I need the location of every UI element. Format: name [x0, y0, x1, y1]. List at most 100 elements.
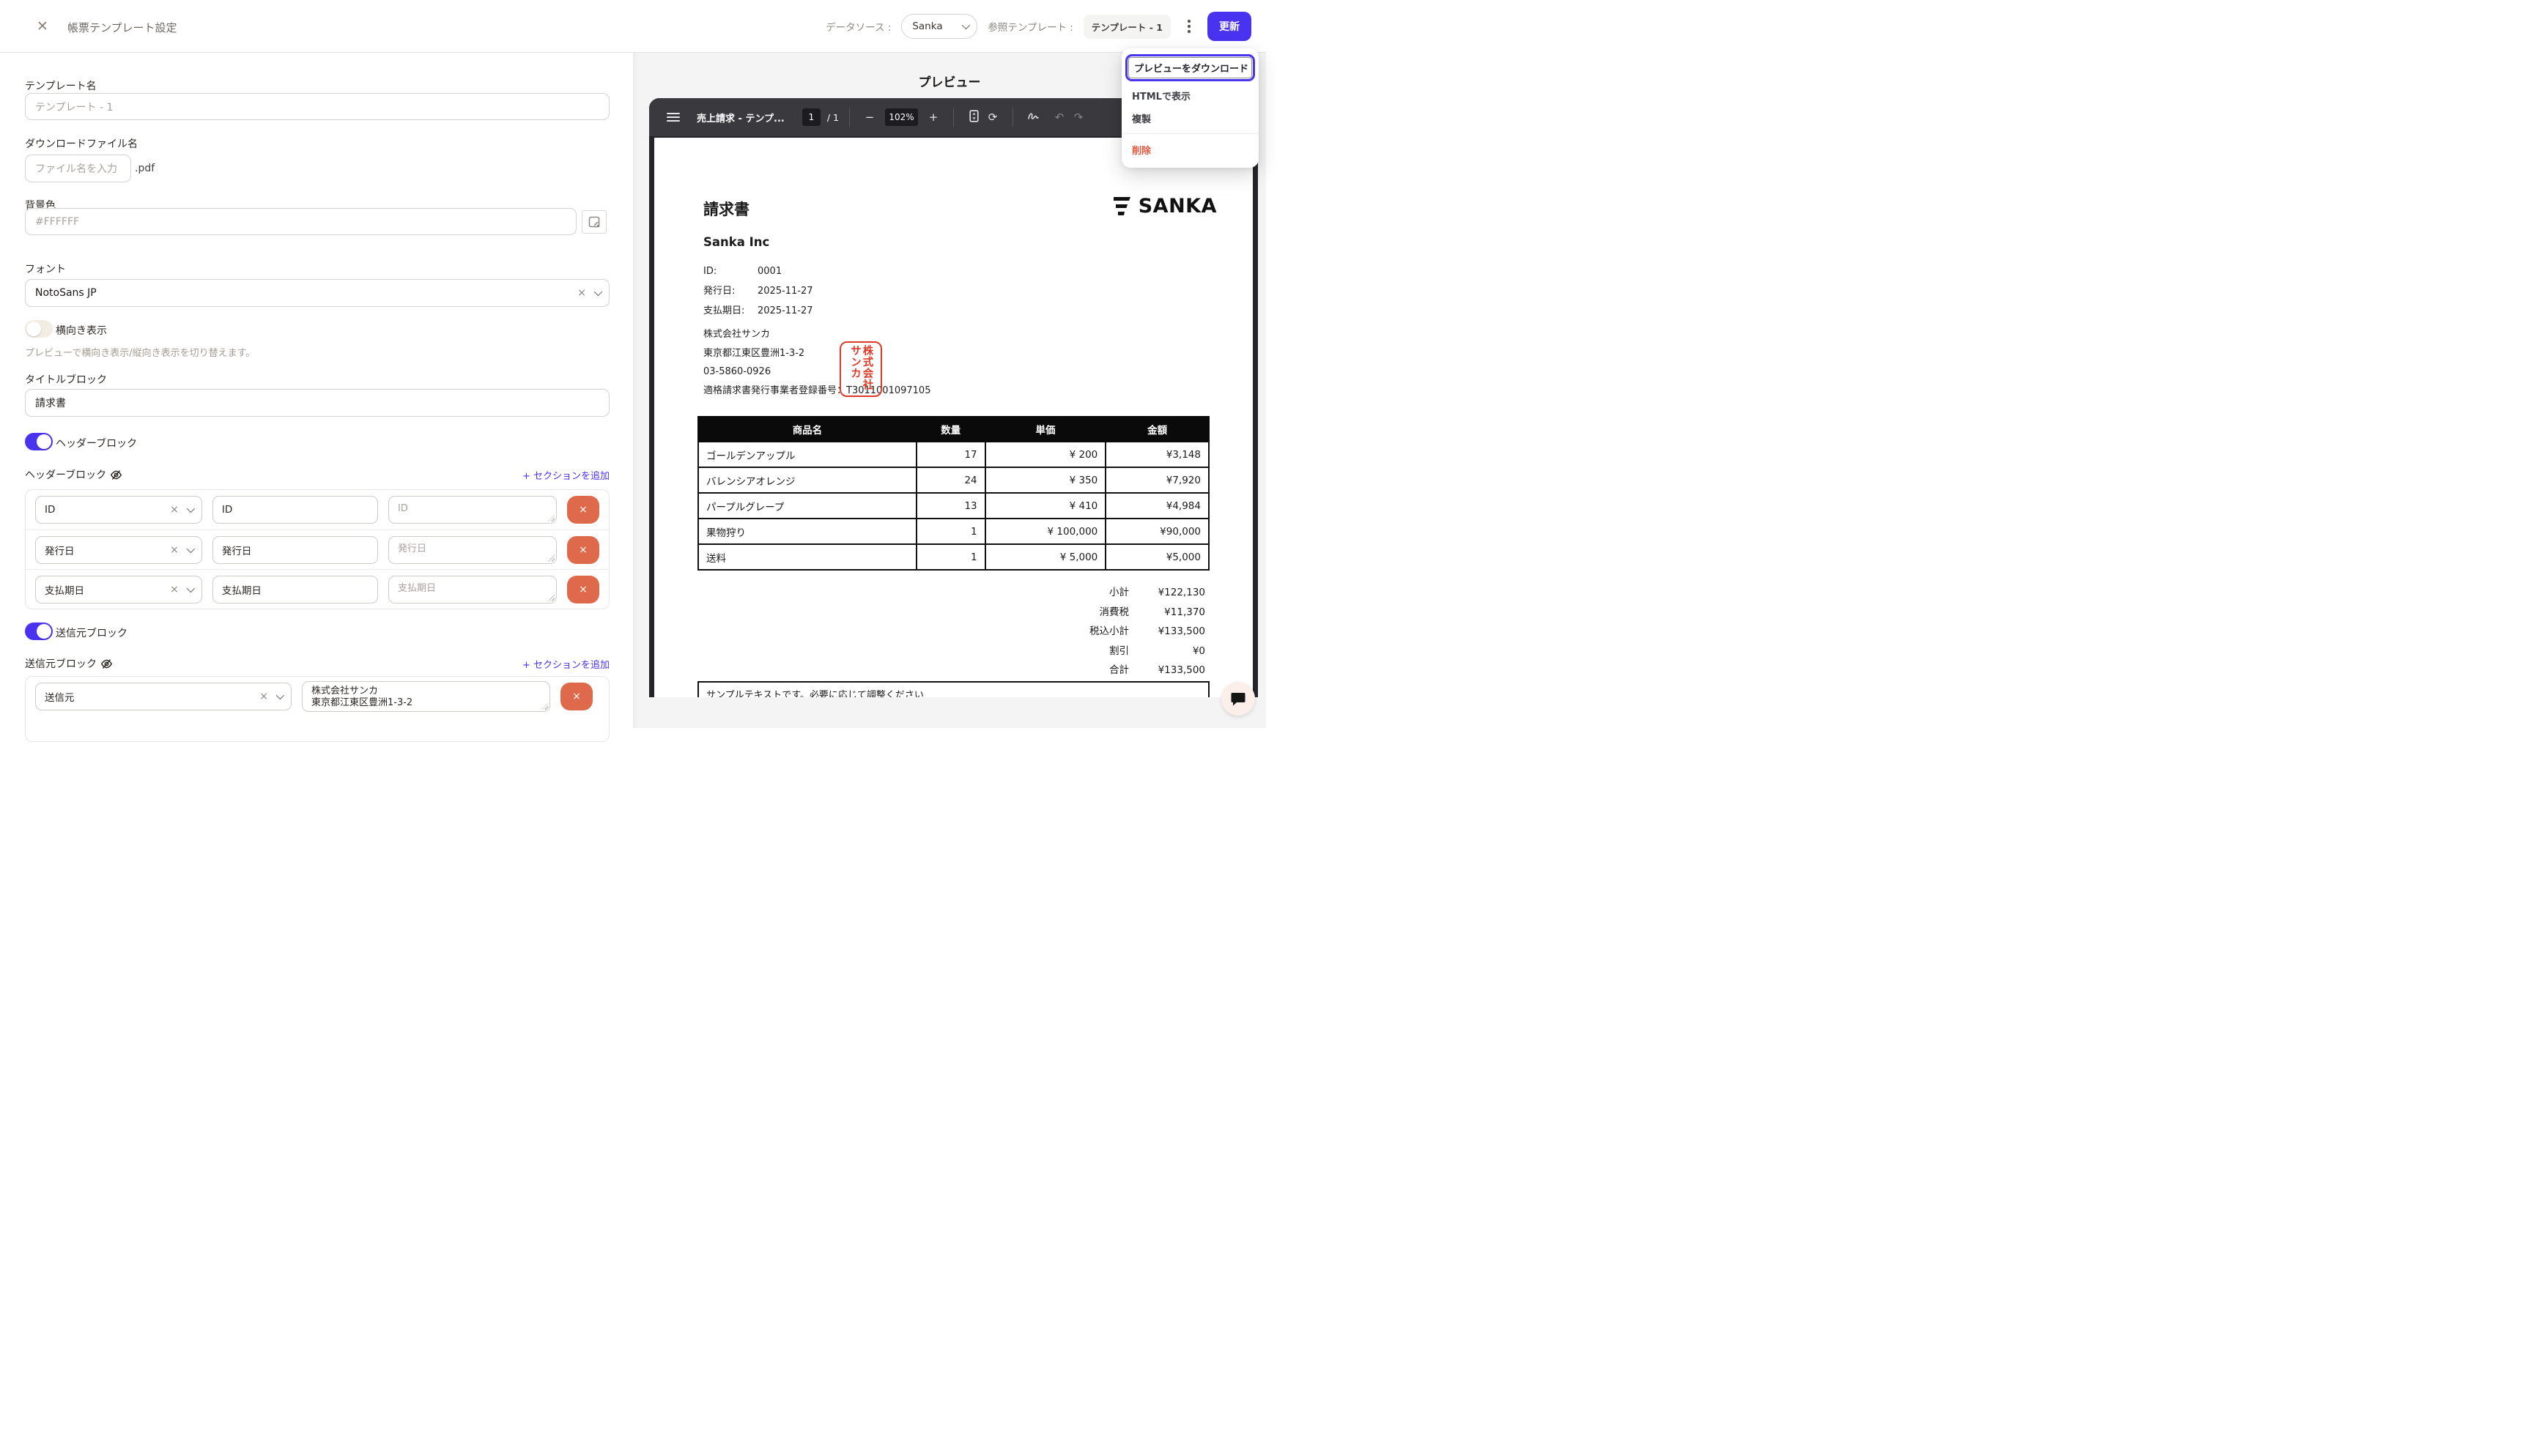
eye-off-icon[interactable]: [110, 469, 122, 481]
color-picker-button[interactable]: [582, 210, 607, 234]
zoom-level-input[interactable]: 102%: [885, 108, 918, 126]
header-field-row: 支払期日 × 支払期日 支払期日 ×: [26, 569, 609, 609]
eye-off-icon[interactable]: [100, 658, 113, 670]
field-label-input[interactable]: ID: [212, 496, 378, 524]
sender-block-toggle-label: 送信元ブロック: [56, 625, 127, 640]
redo-icon[interactable]: ↷: [1069, 111, 1088, 124]
header-block-section-label: ヘッダーブロック: [25, 467, 122, 482]
chevron-down-icon: [962, 21, 970, 29]
invoice-company: Sanka Inc: [703, 235, 769, 249]
remove-row-button[interactable]: ×: [567, 576, 599, 603]
menu-item-delete[interactable]: 削除: [1122, 138, 1259, 161]
landscape-toggle-label: 横向き表示: [56, 323, 107, 338]
template-name-label: テンプレート名: [25, 78, 97, 93]
remove-row-button[interactable]: ×: [560, 683, 593, 710]
context-menu: プレビューをダウンロード HTMLで表示 複製 削除: [1122, 48, 1259, 168]
fit-page-icon[interactable]: [964, 110, 983, 125]
resize-grip[interactable]: [548, 595, 555, 601]
draw-annotation-icon[interactable]: [1023, 111, 1043, 125]
menu-item-show-html[interactable]: HTMLで表示: [1122, 84, 1259, 107]
invoice-totals: 小計¥122,130 消費税¥11,370 税込小計¥133,500 割引¥0 …: [1089, 583, 1205, 680]
remove-row-button[interactable]: ×: [567, 496, 599, 524]
field-select[interactable]: 送信元 ×: [35, 683, 292, 710]
font-select[interactable]: NotoSans JP ×: [25, 279, 610, 307]
chevron-down-icon: [187, 544, 195, 552]
invoice-items-table: 商品名 数量 単価 金額 ゴールデンアップル17¥ 200¥3,148 バレンシ…: [697, 416, 1210, 571]
template-settings-panel: テンプレート名 テンプレート - 1 ダウンロードファイル名 ファイル名を入力 …: [0, 53, 633, 728]
update-button[interactable]: 更新: [1207, 12, 1251, 41]
bg-color-input[interactable]: #FFFFFF: [25, 208, 577, 235]
kebab-menu-icon[interactable]: [1181, 14, 1197, 39]
chat-bubble-icon: [1230, 691, 1246, 707]
template-name-input[interactable]: テンプレート - 1: [25, 93, 610, 120]
resize-grip[interactable]: [541, 703, 548, 710]
sanka-logo-icon: [1111, 196, 1133, 218]
font-label: フォント: [25, 261, 66, 276]
menu-item-download-preview-focus-ring: プレビューをダウンロード: [1125, 54, 1255, 81]
clear-icon[interactable]: ×: [170, 544, 179, 556]
chevron-down-icon: [187, 584, 195, 592]
sidebar-toggle-icon[interactable]: [667, 113, 680, 122]
data-source-select[interactable]: Sanka: [901, 14, 977, 39]
undo-icon[interactable]: ↶: [1050, 111, 1069, 124]
field-value-textarea[interactable]: 支払期日: [388, 576, 557, 603]
close-icon[interactable]: ✕: [34, 18, 51, 35]
download-filename-label: ダウンロードファイル名: [25, 136, 138, 151]
field-value-textarea[interactable]: ID: [388, 496, 557, 524]
landscape-helper-text: プレビューで横向き表示/縦向き表示を切り替えます。: [25, 345, 255, 359]
invoice-sender: 株式会社サンカ 東京都江東区豊洲1-3-2 03-5860-0926 適格請求書…: [703, 325, 930, 400]
data-source-value: Sanka: [912, 21, 942, 32]
sender-block-toggle[interactable]: [25, 623, 53, 640]
zoom-in-icon[interactable]: +: [924, 111, 943, 124]
clear-icon[interactable]: ×: [170, 504, 179, 516]
add-section-link[interactable]: + セクションを追加: [522, 468, 610, 482]
chevron-down-icon: [276, 691, 284, 699]
header-block-toggle[interactable]: [25, 433, 53, 450]
ref-template-chip[interactable]: テンプレート - 1: [1084, 15, 1171, 39]
title-block-input[interactable]: 請求書: [25, 389, 610, 417]
page-total-label: / 1: [827, 112, 839, 123]
invoice-note: サンプルテキストです。必要に応じて調整ください: [697, 681, 1210, 697]
field-select[interactable]: 発行日 ×: [35, 536, 202, 564]
header-block-card: ID × ID ID × 発行日 × 発行日 発行日 × 支払期日 × 支払期日…: [25, 489, 610, 609]
sender-block-section-row: 送信元ブロック + セクションを追加: [25, 656, 610, 671]
logo-text: SANKA: [1139, 195, 1217, 218]
pdf-doc-title: 売上請求 - テンプ...: [697, 111, 785, 125]
table-row: 果物狩り1¥ 100,000¥90,000: [698, 519, 1209, 544]
clear-icon[interactable]: ×: [577, 287, 586, 299]
zoom-out-icon[interactable]: −: [860, 111, 879, 124]
menu-item-download-preview[interactable]: プレビューをダウンロード: [1128, 57, 1252, 78]
pdf-viewer: 売上請求 - テンプ... 1 / 1 − 102% + ⟳ ↶ ↷ 請求書: [649, 98, 1258, 697]
add-section-link[interactable]: + セクションを追加: [522, 657, 610, 671]
title-block-label: タイトルブロック: [25, 372, 107, 387]
field-label-input[interactable]: 支払期日: [212, 576, 378, 603]
field-select[interactable]: ID ×: [35, 496, 202, 524]
sender-block-card: 送信元 × 株式会社サンカ 東京都江東区豊洲1-3-2 ×: [25, 676, 610, 742]
table-header-row: 商品名 数量 単価 金額: [698, 417, 1209, 442]
ref-template-label: 参照テンプレート :: [988, 19, 1073, 34]
header-field-row: ID × ID ID ×: [26, 490, 609, 530]
company-stamp: 株式会社 サンカ: [840, 341, 882, 397]
download-filename-input[interactable]: ファイル名を入力: [25, 155, 131, 182]
header-block-toggle-label: ヘッダーブロック: [56, 436, 137, 450]
clear-icon[interactable]: ×: [170, 584, 179, 595]
header-block-section-row: ヘッダーブロック + セクションを追加: [25, 467, 610, 482]
page-number-input[interactable]: 1: [802, 108, 821, 126]
field-label-input[interactable]: 発行日: [212, 536, 378, 564]
resize-grip[interactable]: [548, 515, 555, 521]
top-bar-actions: データソース : Sanka 参照テンプレート : テンプレート - 1 更新: [826, 0, 1251, 53]
field-value-textarea[interactable]: 株式会社サンカ 東京都江東区豊洲1-3-2: [302, 681, 550, 712]
clear-icon[interactable]: ×: [259, 691, 268, 702]
resize-grip[interactable]: [548, 555, 555, 562]
menu-item-duplicate[interactable]: 複製: [1122, 107, 1259, 130]
chat-fab-button[interactable]: [1221, 682, 1255, 716]
field-value-textarea[interactable]: 発行日: [388, 536, 557, 564]
table-row: 送料1¥ 5,000¥5,000: [698, 544, 1209, 570]
pdf-suffix-label: .pdf: [135, 163, 155, 174]
rotate-icon[interactable]: ⟳: [983, 111, 1002, 124]
remove-row-button[interactable]: ×: [567, 536, 599, 564]
field-select[interactable]: 支払期日 ×: [35, 576, 202, 603]
table-row: バレンシアオレンジ24¥ 350¥7,920: [698, 467, 1209, 493]
landscape-toggle[interactable]: [25, 320, 53, 338]
sender-field-row: 送信元 × 株式会社サンカ 東京都江東区豊洲1-3-2 ×: [26, 677, 609, 716]
